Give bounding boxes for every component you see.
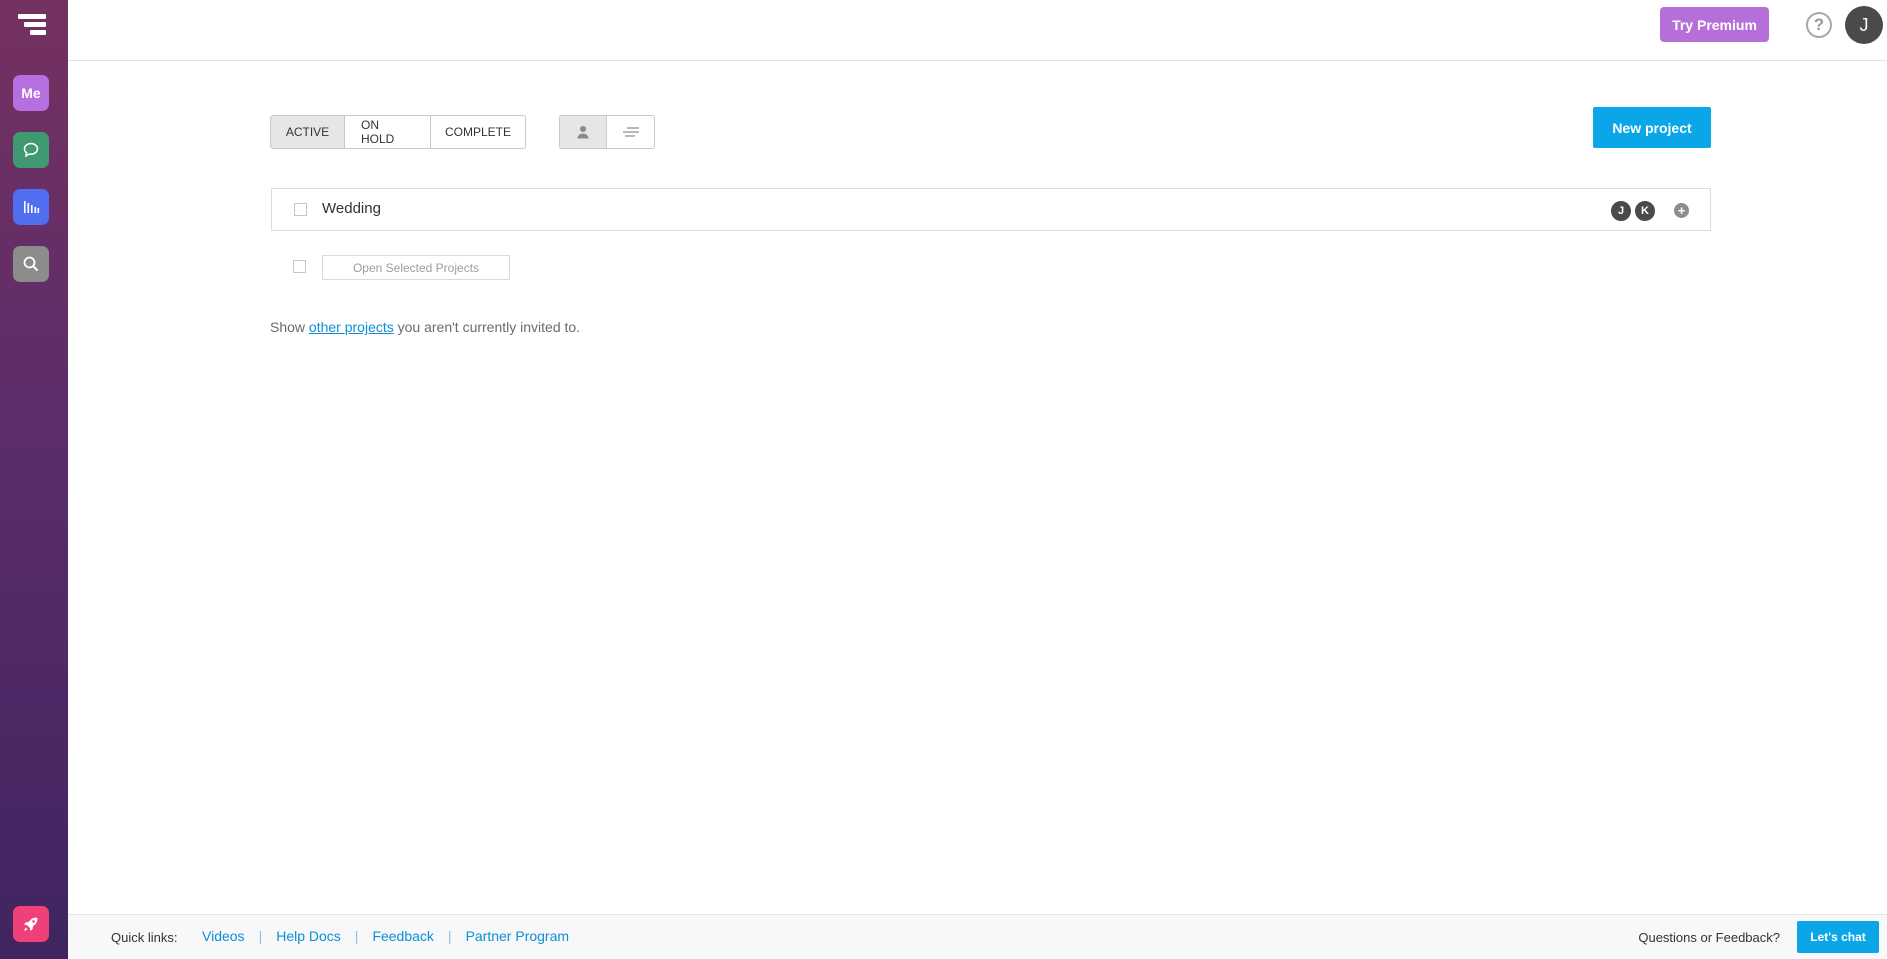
project-checkbox[interactable]: [294, 203, 307, 216]
me-icon: Me: [21, 85, 41, 101]
open-selected-projects-button[interactable]: Open Selected Projects: [322, 255, 510, 280]
link-separator: |: [258, 928, 263, 944]
person-icon: [577, 126, 589, 139]
quick-links: Videos | Help Docs | Feedback | Partner …: [202, 928, 569, 944]
sidebar-item-stats[interactable]: [13, 189, 49, 225]
tab-active[interactable]: ACTIVE: [271, 116, 345, 148]
tab-complete[interactable]: COMPLETE: [431, 116, 525, 148]
footer-link-videos[interactable]: Videos: [202, 928, 245, 944]
app-logo-icon[interactable]: [18, 14, 46, 36]
help-icon[interactable]: ?: [1806, 12, 1832, 38]
quick-links-label: Quick links:: [111, 930, 178, 945]
rocket-icon: [24, 917, 38, 931]
sidebar-item-chat[interactable]: [13, 132, 49, 168]
try-premium-button[interactable]: Try Premium: [1660, 7, 1769, 42]
search-icon: [23, 256, 39, 272]
chat-icon: [23, 142, 39, 158]
lets-chat-button[interactable]: Let's chat: [1797, 921, 1879, 953]
view-by-person-button[interactable]: [560, 116, 607, 148]
add-member-icon[interactable]: +: [1674, 203, 1689, 218]
link-separator: |: [354, 928, 359, 944]
user-avatar[interactable]: J: [1845, 6, 1883, 44]
other-projects-suffix: you aren't currently invited to.: [393, 319, 581, 335]
view-toggle: [559, 115, 655, 149]
sort-lines-icon: [622, 127, 639, 137]
footer-link-help-docs[interactable]: Help Docs: [276, 928, 341, 944]
tab-on-hold[interactable]: ON HOLD: [345, 116, 431, 148]
questions-text: Questions or Feedback?: [1638, 930, 1780, 945]
status-filter-tabs: ACTIVE ON HOLD COMPLETE: [270, 115, 526, 149]
link-separator: |: [447, 928, 452, 944]
sidebar-item-me[interactable]: Me: [13, 75, 49, 111]
other-projects-link[interactable]: other projects: [309, 319, 394, 335]
select-all-checkbox[interactable]: [293, 260, 306, 273]
other-projects-prefix: Show: [270, 319, 309, 335]
new-project-button[interactable]: New project: [1593, 107, 1711, 148]
other-projects-text: Show other projects you aren't currently…: [270, 319, 580, 335]
footer-link-partner-program[interactable]: Partner Program: [466, 928, 569, 944]
sidebar-item-rocket[interactable]: [13, 906, 49, 942]
sidebar: Me: [0, 0, 68, 959]
view-sort-button[interactable]: [607, 116, 654, 148]
footer-link-feedback[interactable]: Feedback: [372, 928, 433, 944]
top-bar: Try Premium ? J: [68, 0, 1887, 61]
footer: Quick links: Videos | Help Docs | Feedba…: [68, 914, 1887, 959]
project-row[interactable]: Wedding J K +: [271, 188, 1711, 231]
member-avatar: J: [1609, 199, 1633, 223]
project-name[interactable]: Wedding: [322, 200, 381, 217]
stats-icon: [24, 201, 40, 213]
member-avatar: K: [1633, 199, 1657, 223]
sidebar-item-search[interactable]: [13, 246, 49, 282]
